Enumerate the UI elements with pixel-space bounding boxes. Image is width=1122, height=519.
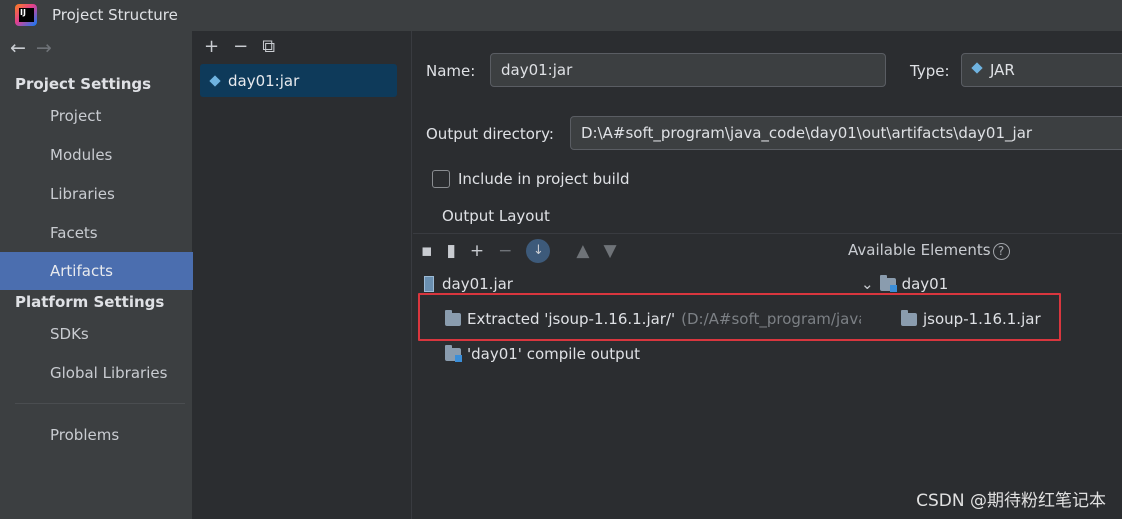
copy-icon[interactable]: ⧉ bbox=[262, 36, 275, 57]
artifacts-list-panel: + − ⧉ day01:jar bbox=[194, 31, 412, 519]
type-select[interactable]: JAR bbox=[961, 53, 1122, 87]
sidebar-item-sdks[interactable]: SDKs bbox=[0, 315, 193, 353]
layout-tree-compile-output[interactable]: 'day01' compile output bbox=[445, 341, 640, 367]
forward-arrow-icon[interactable]: → bbox=[36, 37, 52, 59]
type-label: Type: bbox=[910, 62, 950, 80]
sidebar-item-artifacts[interactable]: Artifacts bbox=[0, 252, 193, 290]
sort-icon[interactable]: ↓ bbox=[526, 239, 551, 263]
sidebar-item-problems[interactable]: Problems bbox=[0, 416, 193, 454]
artifact-diamond-icon bbox=[208, 74, 222, 88]
nav-arrows: ← → bbox=[10, 37, 62, 59]
window-title: Project Structure bbox=[52, 6, 178, 24]
jar-type-diamond-icon bbox=[970, 61, 984, 75]
sidebar-divider bbox=[15, 403, 185, 404]
remove-element-icon[interactable]: − bbox=[498, 241, 512, 261]
create-archive-icon[interactable]: ▮ bbox=[447, 241, 456, 261]
available-elements-label: Available Elements bbox=[848, 241, 991, 259]
back-arrow-icon[interactable]: ← bbox=[10, 37, 26, 59]
add-element-icon[interactable]: + bbox=[470, 241, 484, 261]
sidebar-item-libraries[interactable]: Libraries bbox=[0, 175, 193, 213]
include-in-build-checkbox[interactable] bbox=[432, 170, 450, 188]
move-down-icon[interactable]: ▼ bbox=[603, 241, 616, 261]
available-elements-header: Available Elements? bbox=[848, 241, 1010, 260]
artifacts-toolbar: + − ⧉ bbox=[204, 36, 289, 57]
chevron-down-icon[interactable]: ⌄ bbox=[861, 275, 874, 293]
sidebar-item-global-libraries[interactable]: Global Libraries bbox=[0, 354, 193, 392]
artifact-details-panel: Name: day01:jar Type: JAR Output directo… bbox=[413, 31, 1122, 519]
sidebar-item-facets[interactable]: Facets bbox=[0, 214, 193, 252]
title-bar: Project Structure bbox=[0, 0, 1122, 31]
watermark: CSDN @期待粉红笔记本 bbox=[916, 491, 1106, 511]
output-directory-label: Output directory: bbox=[426, 125, 554, 143]
sidebar-item-modules[interactable]: Modules bbox=[0, 136, 193, 174]
name-input[interactable]: day01:jar bbox=[490, 53, 886, 87]
create-directory-icon[interactable]: ▪ bbox=[421, 241, 433, 261]
type-value: JAR bbox=[990, 61, 1015, 79]
platform-settings-header: Platform Settings bbox=[15, 293, 165, 311]
artifact-item-day01-jar[interactable]: day01:jar bbox=[200, 64, 397, 97]
move-up-icon[interactable]: ▲ bbox=[576, 241, 589, 261]
compile-output-label: 'day01' compile output bbox=[467, 345, 641, 363]
settings-sidebar: ← → Project Settings Project Modules Libr… bbox=[0, 31, 193, 519]
artifact-item-label: day01:jar bbox=[228, 71, 300, 90]
highlight-annotation-box bbox=[418, 293, 1061, 341]
module-output-icon bbox=[445, 344, 462, 362]
name-label: Name: bbox=[426, 62, 476, 80]
intellij-logo-icon bbox=[15, 4, 37, 26]
layout-root-label: day01.jar bbox=[442, 275, 513, 293]
layout-divider bbox=[413, 233, 1122, 234]
sidebar-item-project[interactable]: Project bbox=[0, 97, 193, 135]
include-in-build-label: Include in project build bbox=[458, 170, 630, 188]
add-icon[interactable]: + bbox=[204, 36, 219, 57]
module-folder-icon bbox=[879, 274, 897, 292]
remove-icon[interactable]: − bbox=[233, 36, 248, 57]
project-settings-header: Project Settings bbox=[15, 75, 152, 93]
output-layout-toolbar: ▪ ▮ + − ↓ ▲ ▼ bbox=[421, 239, 631, 263]
available-module-label: day01 bbox=[901, 275, 949, 293]
help-icon[interactable]: ? bbox=[992, 243, 1010, 260]
output-directory-input[interactable]: D:\A#soft_program\java_code\day01\out\ar… bbox=[570, 116, 1122, 150]
jar-icon bbox=[424, 276, 434, 292]
tab-output-layout[interactable]: Output Layout bbox=[442, 207, 550, 225]
